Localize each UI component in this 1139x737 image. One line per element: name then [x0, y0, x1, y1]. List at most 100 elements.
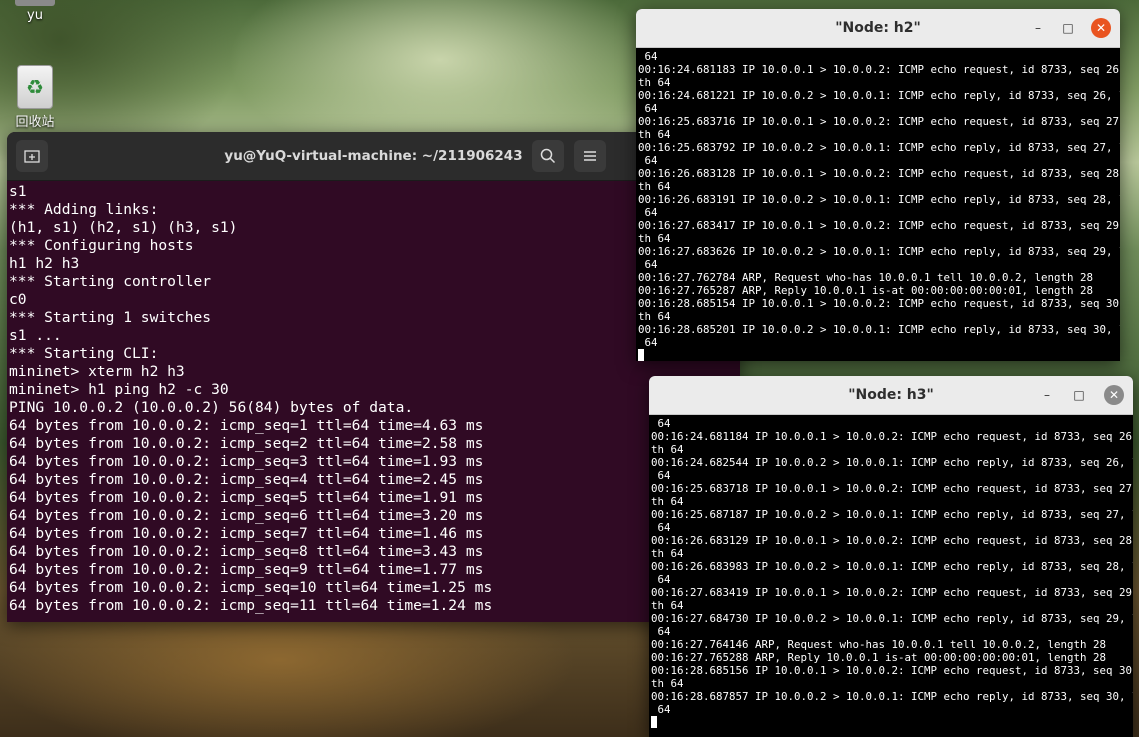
terminal-window[interactable]: yu@YuQ-virtual-machine: ~/211906243 s1 **… — [7, 132, 740, 622]
desktop-trash[interactable]: ♻ 回收站 — [0, 65, 70, 130]
folder-icon — [15, 0, 55, 6]
output-line: th 64 — [638, 180, 671, 193]
output-line: 00:16:27.764146 ARP, Request who-has 10.… — [651, 638, 1107, 651]
output-line: *** Starting controller — [9, 273, 212, 290]
desktop-home-folder[interactable]: yu — [0, 0, 70, 23]
output-line: 64 — [651, 573, 671, 586]
output-line: 64 — [651, 703, 671, 716]
output-line: 64 — [638, 50, 658, 63]
output-line: 64 bytes from 10.0.0.2: icmp_seq=2 ttl=6… — [9, 435, 484, 452]
search-button[interactable] — [532, 140, 564, 172]
output-line: 00:16:26.683129 IP 10.0.0.1 > 10.0.0.2: … — [651, 534, 1133, 547]
minimize-button[interactable]: – — [1029, 19, 1047, 37]
minimize-icon: – — [1035, 21, 1041, 35]
minimize-button[interactable]: – — [1038, 386, 1056, 404]
output-line: th 64 — [651, 495, 684, 508]
output-line: 00:16:25.683716 IP 10.0.0.1 > 10.0.0.2: … — [638, 115, 1120, 128]
output-line: 64 bytes from 10.0.0.2: icmp_seq=7 ttl=6… — [9, 525, 484, 542]
output-line: 00:16:24.681183 IP 10.0.0.1 > 10.0.0.2: … — [638, 63, 1120, 76]
output-line: 00:16:28.685154 IP 10.0.0.1 > 10.0.0.2: … — [638, 297, 1120, 310]
text-cursor — [651, 716, 657, 728]
output-line: 00:16:28.687857 IP 10.0.0.2 > 10.0.0.1: … — [651, 690, 1133, 703]
xterm-h3-title: "Node: h3" — [848, 387, 934, 403]
output-line: *** Adding links: — [9, 201, 159, 218]
close-button[interactable]: ✕ — [1104, 385, 1124, 405]
cursor-line — [651, 716, 1133, 729]
output-line: (h1, s1) (h2, s1) (h3, s1) — [9, 219, 238, 236]
output-line: th 64 — [651, 677, 684, 690]
output-line: 00:16:26.683191 IP 10.0.0.2 > 10.0.0.1: … — [638, 193, 1120, 206]
output-line: h1 h2 h3 — [9, 255, 80, 272]
output-line: 00:16:24.682544 IP 10.0.0.2 > 10.0.0.1: … — [651, 456, 1133, 469]
menu-button[interactable] — [574, 140, 606, 172]
output-line: th 64 — [638, 128, 671, 141]
cursor-line — [638, 349, 1120, 361]
output-line: 00:16:27.683419 IP 10.0.0.1 > 10.0.0.2: … — [651, 586, 1133, 599]
output-line: th 64 — [651, 547, 684, 560]
xterm-window-h3[interactable]: "Node: h3" – □ ✕ 64 00:16:24.681184 IP 10… — [649, 376, 1133, 737]
output-line: th 64 — [638, 310, 671, 323]
close-button[interactable]: ✕ — [1091, 18, 1111, 38]
output-line: s1 ... — [9, 327, 62, 344]
hamburger-menu-icon — [584, 151, 596, 161]
output-line: 64 — [651, 521, 671, 534]
output-line: 00:16:26.683983 IP 10.0.0.2 > 10.0.0.1: … — [651, 560, 1133, 573]
output-line: 00:16:27.683417 IP 10.0.0.1 > 10.0.0.2: … — [638, 219, 1120, 232]
xterm-window-h2[interactable]: "Node: h2" – □ ✕ 64 00:16:24.681183 IP 10… — [636, 9, 1120, 361]
output-line: 00:16:27.765287 ARP, Reply 10.0.0.1 is-a… — [638, 284, 1094, 297]
output-line: th 64 — [638, 76, 671, 89]
terminal-titlebar[interactable]: yu@YuQ-virtual-machine: ~/211906243 — [7, 132, 740, 181]
output-line: 64 — [638, 102, 658, 115]
output-line: 00:16:28.685156 IP 10.0.0.1 > 10.0.0.2: … — [651, 664, 1133, 677]
output-line: 64 bytes from 10.0.0.2: icmp_seq=1 ttl=6… — [9, 417, 484, 434]
trash-label: 回收站 — [15, 115, 55, 130]
output-line: *** Starting 1 switches — [9, 309, 212, 326]
terminal-title: yu@YuQ-virtual-machine: ~/211906243 — [224, 148, 523, 164]
output-line: 00:16:26.683128 IP 10.0.0.1 > 10.0.0.2: … — [638, 167, 1120, 180]
output-line: s1 — [9, 183, 27, 200]
text-cursor — [638, 349, 644, 361]
output-line: 64 bytes from 10.0.0.2: icmp_seq=5 ttl=6… — [9, 489, 484, 506]
close-icon: ✕ — [1108, 388, 1120, 402]
output-line: 00:16:27.683626 IP 10.0.0.2 > 10.0.0.1: … — [638, 245, 1120, 258]
output-line: mininet> xterm h2 h3 — [9, 363, 185, 380]
maximize-icon: □ — [1073, 388, 1085, 402]
terminal-output[interactable]: s1 *** Adding links: (h1, s1) (h2, s1) (h3… — [7, 181, 740, 615]
output-line: 64 bytes from 10.0.0.2: icmp_seq=4 ttl=6… — [9, 471, 484, 488]
output-line: th 64 — [651, 599, 684, 612]
maximize-button[interactable]: □ — [1070, 386, 1088, 404]
xterm-h2-titlebar[interactable]: "Node: h2" – □ ✕ — [636, 9, 1120, 48]
xterm-h3-titlebar[interactable]: "Node: h3" – □ ✕ — [649, 376, 1133, 415]
search-icon — [540, 148, 556, 164]
close-icon: ✕ — [1095, 21, 1107, 35]
output-line: mininet> h1 ping h2 -c 30 — [9, 381, 229, 398]
output-line: 64 bytes from 10.0.0.2: icmp_seq=3 ttl=6… — [9, 453, 484, 470]
output-line: 00:16:25.683792 IP 10.0.0.2 > 10.0.0.1: … — [638, 141, 1120, 154]
output-line: 00:16:27.762784 ARP, Request who-has 10.… — [638, 271, 1094, 284]
home-folder-label: yu — [27, 8, 43, 23]
output-line: 00:16:25.687187 IP 10.0.0.2 > 10.0.0.1: … — [651, 508, 1133, 521]
recycle-icon: ♻ — [17, 65, 53, 109]
output-line: th 64 — [651, 443, 684, 456]
output-line: 64 bytes from 10.0.0.2: icmp_seq=10 ttl=… — [9, 579, 493, 596]
xterm-h3-output[interactable]: 64 00:16:24.681184 IP 10.0.0.1 > 10.0.0.2… — [649, 415, 1133, 729]
output-line: 64 — [638, 336, 658, 349]
output-line: 64 — [651, 625, 671, 638]
output-line: 64 — [651, 469, 671, 482]
output-line: 64 bytes from 10.0.0.2: icmp_seq=6 ttl=6… — [9, 507, 484, 524]
output-line: 64 bytes from 10.0.0.2: icmp_seq=8 ttl=6… — [9, 543, 484, 560]
xterm-h2-title: "Node: h2" — [835, 20, 921, 36]
output-line: c0 — [9, 291, 27, 308]
output-line: *** Starting CLI: — [9, 345, 159, 362]
output-line: PING 10.0.0.2 (10.0.0.2) 56(84) bytes of… — [9, 399, 414, 416]
xterm-h2-output[interactable]: 64 00:16:24.681183 IP 10.0.0.1 > 10.0.0.2… — [636, 48, 1120, 361]
output-line: 00:16:24.681221 IP 10.0.0.2 > 10.0.0.1: … — [638, 89, 1120, 102]
maximize-icon: □ — [1062, 21, 1074, 35]
output-line: 64 — [638, 206, 658, 219]
output-line: 64 bytes from 10.0.0.2: icmp_seq=9 ttl=6… — [9, 561, 484, 578]
output-line: 64 — [651, 417, 671, 430]
output-line: 00:16:27.765288 ARP, Reply 10.0.0.1 is-a… — [651, 651, 1107, 664]
output-line: 64 — [638, 154, 658, 167]
maximize-button[interactable]: □ — [1059, 19, 1077, 37]
output-line: 00:16:25.683718 IP 10.0.0.1 > 10.0.0.2: … — [651, 482, 1133, 495]
